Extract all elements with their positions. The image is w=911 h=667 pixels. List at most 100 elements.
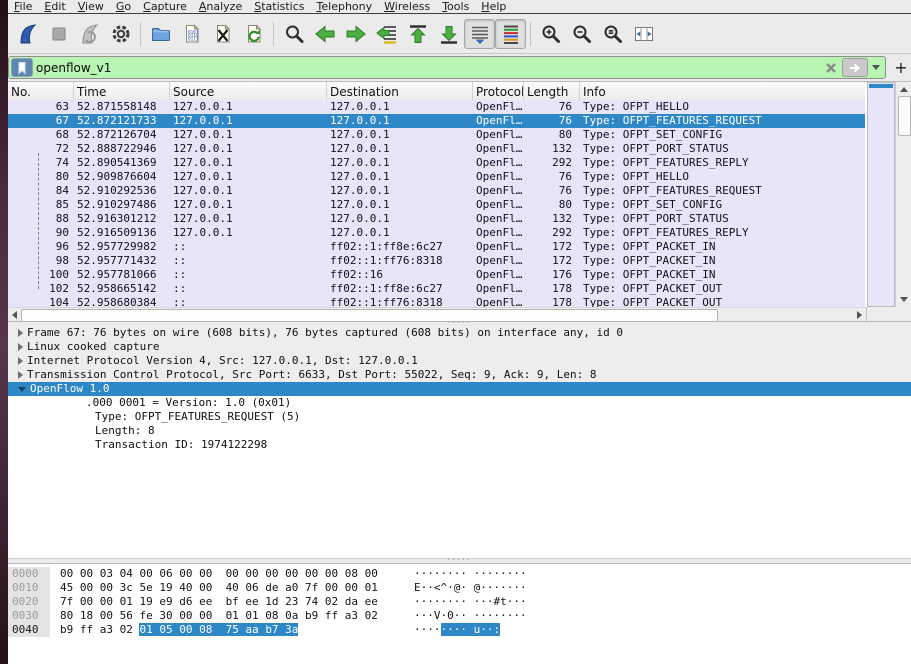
packet-cell-info: Type: OFPT_FEATURES_REPLY bbox=[583, 156, 749, 169]
packet-row[interactable]: 100 52.957781066:: ff02::16 OpenFlow 176 Type… bbox=[8, 268, 865, 282]
filter-dropdown-icon[interactable] bbox=[872, 65, 880, 70]
add-filter-button[interactable]: + bbox=[892, 59, 910, 77]
packet-list-horizontal-scrollbar[interactable] bbox=[8, 307, 866, 321]
packet-row[interactable]: 68 52.872126704 127.0.0.1 127.0.0.1 OpenFlow… bbox=[8, 128, 865, 142]
scroll-left-button[interactable] bbox=[8, 309, 20, 321]
zoom-original-button[interactable] bbox=[597, 19, 628, 49]
reload-file-button[interactable] bbox=[238, 19, 269, 49]
expand-icon[interactable] bbox=[18, 357, 23, 365]
packet-row[interactable]: 74 52.890541369 127.0.0.1 127.0.0.1 OpenFlow… bbox=[8, 156, 865, 170]
packet-cell-source: 127.0.0.1 bbox=[173, 142, 233, 155]
packet-bytes-pane: 0000 00 00 03 04 00 06 00 00 00 00 00 00 … bbox=[8, 564, 911, 667]
menu-item-edit[interactable]: Edit bbox=[38, 0, 71, 13]
hex-row[interactable]: 0020 7f 00 00 01 19 e9 d6 ee bf ee 1d 23 … bbox=[8, 595, 911, 609]
scroll-down-button[interactable] bbox=[896, 293, 911, 305]
resize-columns-button[interactable] bbox=[628, 19, 659, 49]
restart-capture-button[interactable] bbox=[74, 19, 105, 49]
start-capture-button[interactable] bbox=[12, 19, 43, 49]
packet-cell-time: 52.888722946 bbox=[77, 142, 157, 155]
go-to-bottom-button[interactable] bbox=[433, 19, 464, 49]
zoom-out-button[interactable] bbox=[566, 19, 597, 49]
menu-item-wireless[interactable]: Wireless bbox=[378, 0, 436, 13]
hex-row[interactable]: 0000 00 00 03 04 00 06 00 00 00 00 00 00 … bbox=[8, 567, 911, 581]
display-filter-input[interactable]: openflow_v1 bbox=[8, 56, 886, 79]
collapse-icon[interactable] bbox=[18, 386, 26, 392]
expand-icon[interactable] bbox=[18, 343, 23, 351]
packet-row[interactable]: 102 52.958665142:: ff02::1:ff8e:6c27 OpenFl… bbox=[8, 282, 865, 296]
menu-item-go[interactable]: Go bbox=[110, 0, 137, 13]
packet-cell-source: 127.0.0.1 bbox=[173, 114, 233, 127]
packet-row[interactable]: 72 52.888722946 127.0.0.1 127.0.0.1 OpenFlow… bbox=[8, 142, 865, 156]
menu-item-capture[interactable]: Capture bbox=[137, 0, 193, 13]
capture-options-button[interactable] bbox=[105, 19, 136, 49]
zoom-in-button[interactable] bbox=[535, 19, 566, 49]
menu-item-help[interactable]: Help bbox=[475, 0, 512, 13]
packet-row[interactable]: 88 52.916301212 127.0.0.1 127.0.0.1 OpenFlow… bbox=[8, 212, 865, 226]
scroll-up-button[interactable] bbox=[896, 83, 911, 95]
go-to-top-button[interactable] bbox=[402, 19, 433, 49]
menu-bar: File Edit View Go Capture Analyze Statistics Te… bbox=[8, 0, 911, 14]
menu-item-analyze[interactable]: Analyze bbox=[193, 0, 248, 13]
detail-row[interactable]: .000 0001 = Version: 1.0 (0x01) bbox=[8, 396, 911, 410]
menu-item-statistics[interactable]: Statistics bbox=[248, 0, 310, 13]
auto-scroll-toggle-button[interactable] bbox=[464, 18, 495, 49]
scroll-right-button[interactable] bbox=[853, 309, 865, 321]
column-header-no[interactable]: No. bbox=[8, 82, 74, 100]
go-back-button[interactable] bbox=[309, 19, 340, 49]
save-file-button[interactable]: 0101 0110 0111 bbox=[176, 19, 207, 49]
menu-item-view[interactable]: View bbox=[72, 0, 110, 13]
filter-clear-button[interactable] bbox=[822, 60, 840, 76]
vertical-scrollbar-thumb[interactable] bbox=[898, 96, 911, 136]
horizontal-scrollbar-thumb[interactable] bbox=[21, 309, 718, 321]
detail-row[interactable]: OpenFlow 1.0 bbox=[8, 382, 911, 396]
colorize-toggle-button[interactable] bbox=[495, 18, 526, 49]
hex-row[interactable]: 0030 80 18 00 56 fe 30 00 00 01 01 08 0a … bbox=[8, 609, 911, 623]
packet-cell-no: 96 bbox=[55, 240, 69, 253]
column-header-length[interactable]: Length bbox=[524, 82, 580, 100]
intelligent-scrollbar-minimap[interactable] bbox=[867, 82, 895, 307]
open-file-button[interactable] bbox=[145, 19, 176, 49]
go-forward-button[interactable] bbox=[340, 19, 371, 49]
pane-splitter[interactable]: ····· bbox=[8, 319, 911, 328]
detail-row[interactable]: Internet Protocol Version 4, Src: 127.0.… bbox=[8, 354, 911, 368]
packet-row[interactable]: 96 52.957729982:: ff02::1:ff8e:6c27 OpenFlo… bbox=[8, 240, 865, 254]
menu-item-tools[interactable]: Tools bbox=[436, 0, 475, 13]
column-header-info[interactable]: Info bbox=[580, 82, 863, 100]
packet-row[interactable]: 98 52.957771432:: ff02::1:ff76:8318 OpenFlo… bbox=[8, 254, 865, 268]
detail-row[interactable]: Type: OFPT_FEATURES_REQUEST (5) bbox=[8, 410, 911, 424]
detail-text: Transmission Control Protocol, Src Port:… bbox=[27, 368, 597, 381]
svg-text:0111: 0111 bbox=[188, 36, 199, 42]
column-header-destination[interactable]: Destination bbox=[327, 82, 473, 100]
column-header-source[interactable]: Source bbox=[170, 82, 327, 100]
detail-row[interactable]: Linux cooked capture bbox=[8, 340, 911, 354]
packet-cell-source: 127.0.0.1 bbox=[173, 226, 233, 239]
pane-splitter[interactable]: ····· bbox=[8, 556, 911, 565]
menu-item-telephony[interactable]: Telephony bbox=[311, 0, 379, 13]
filter-apply-button[interactable] bbox=[842, 58, 868, 77]
column-header-time[interactable]: Time bbox=[74, 82, 170, 100]
packet-row[interactable]: 80 52.909876604 127.0.0.1 127.0.0.1 OpenFlow… bbox=[8, 170, 865, 184]
detail-row[interactable]: Transmission Control Protocol, Src Port:… bbox=[8, 368, 911, 382]
packet-row[interactable]: 84 52.910292536 127.0.0.1 127.0.0.1 OpenFlow… bbox=[8, 184, 865, 198]
detail-row[interactable]: Length: 8 bbox=[8, 424, 911, 438]
expand-icon[interactable] bbox=[18, 329, 23, 337]
column-header-protocol[interactable]: Protocol bbox=[473, 82, 524, 100]
close-file-button[interactable] bbox=[207, 19, 238, 49]
go-to-packet-button[interactable] bbox=[371, 19, 402, 49]
packet-row[interactable]: 90 52.916509136 127.0.0.1 127.0.0.1 OpenFlow… bbox=[8, 226, 865, 240]
hex-row[interactable]: 0040 b9 ff a3 02 01 05 00 08 75 aa b7 3a ·… bbox=[8, 623, 911, 637]
packet-cell-destination: 127.0.0.1 bbox=[330, 184, 390, 197]
packet-row[interactable]: 63 52.871558148 127.0.0.1 127.0.0.1 OpenFlow… bbox=[8, 100, 865, 114]
stop-capture-button[interactable] bbox=[43, 19, 74, 49]
packet-cell-length: 76 bbox=[558, 100, 572, 113]
menu-item-file[interactable]: File bbox=[8, 0, 38, 13]
find-packet-button[interactable] bbox=[278, 19, 309, 49]
packet-row[interactable]: 104 52.958680384:: ff02::1:ff76:8318 OpenFl… bbox=[8, 296, 865, 307]
hex-row[interactable]: 0010 45 00 00 3c 5e 19 40 00 40 06 de a0 … bbox=[8, 581, 911, 595]
expand-icon[interactable] bbox=[18, 371, 23, 379]
packet-row[interactable]: 67 52.872121733 127.0.0.1 127.0.0.1 OpenFlow… bbox=[8, 114, 865, 128]
detail-row[interactable]: Transaction ID: 1974122298 bbox=[8, 438, 911, 452]
packet-row[interactable]: 85 52.910297486 127.0.0.1 127.0.0.1 OpenFlow… bbox=[8, 198, 865, 212]
filter-bookmark-button[interactable] bbox=[11, 58, 33, 77]
packet-list-vertical-scrollbar[interactable] bbox=[895, 82, 911, 307]
